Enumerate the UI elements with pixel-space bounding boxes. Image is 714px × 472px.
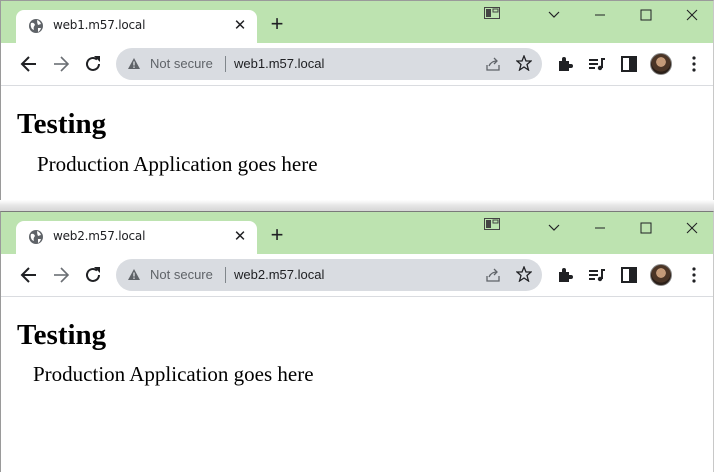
chevron-down-icon[interactable] [544, 7, 564, 23]
tab-search-icon[interactable] [484, 7, 500, 19]
browser-toolbar: Not secure web1.m57.local [1, 43, 713, 86]
url-text[interactable]: web1.m57.local [234, 56, 324, 71]
tab-strip: web1.m57.local ✕ + [1, 1, 713, 43]
forward-arrow-icon[interactable] [51, 54, 71, 74]
omnibox-divider [225, 56, 226, 72]
minimize-icon[interactable] [590, 220, 610, 236]
star-icon[interactable] [516, 55, 532, 71]
page-body-text: Production Application goes here [37, 152, 318, 176]
page-heading: Testing [17, 108, 107, 140]
minimize-icon[interactable] [590, 7, 610, 23]
warning-icon[interactable] [128, 58, 140, 69]
maximize-icon[interactable] [636, 7, 656, 23]
url-text[interactable]: web2.m57.local [234, 267, 324, 282]
window-gap [0, 200, 714, 211]
address-bar[interactable]: Not secure web2.m57.local [116, 259, 542, 291]
media-queue-icon[interactable] [587, 54, 607, 74]
close-icon[interactable]: ✕ [232, 229, 248, 245]
maximize-icon[interactable] [636, 220, 656, 236]
address-bar[interactable]: Not secure web1.m57.local [116, 48, 542, 80]
tab-title: web2.m57.local [53, 229, 146, 243]
security-label[interactable]: Not secure [150, 56, 213, 71]
share-icon[interactable] [485, 267, 501, 283]
tab-strip: web2.m57.local ✕ + [1, 212, 713, 254]
share-icon[interactable] [485, 56, 501, 72]
omnibox-divider [225, 267, 226, 283]
plus-icon[interactable]: + [265, 13, 289, 37]
active-tab[interactable]: web2.m57.local ✕ [16, 221, 257, 254]
warning-icon[interactable] [128, 269, 140, 280]
media-queue-icon[interactable] [587, 265, 607, 285]
kebab-menu-icon[interactable] [684, 265, 704, 285]
star-icon[interactable] [516, 266, 532, 282]
side-panel-icon[interactable] [619, 265, 639, 285]
profile-avatar[interactable] [650, 264, 672, 286]
plus-icon[interactable]: + [265, 224, 289, 248]
kebab-menu-icon[interactable] [684, 54, 704, 74]
back-arrow-icon[interactable] [19, 54, 39, 74]
page-heading: Testing [17, 319, 107, 351]
globe-icon [29, 230, 43, 244]
reload-icon[interactable] [83, 54, 103, 74]
window-close-icon[interactable] [682, 220, 702, 236]
window-close-icon[interactable] [682, 7, 702, 23]
back-arrow-icon[interactable] [19, 265, 39, 285]
extensions-puzzle-icon[interactable] [555, 54, 575, 74]
browser-toolbar: Not secure web2.m57.local [1, 254, 713, 297]
extensions-puzzle-icon[interactable] [555, 265, 575, 285]
chevron-down-icon[interactable] [544, 220, 564, 236]
reload-icon[interactable] [83, 265, 103, 285]
tab-search-icon[interactable] [484, 218, 500, 230]
forward-arrow-icon[interactable] [51, 265, 71, 285]
browser-window-1: web1.m57.local ✕ + Not secure web1.m57.l… [0, 0, 714, 200]
page-body-text: Production Application goes here [33, 362, 314, 386]
close-icon[interactable]: ✕ [232, 18, 248, 34]
profile-avatar[interactable] [650, 53, 672, 75]
browser-window-2: web2.m57.local ✕ + Not secure web2.m57.l… [0, 211, 714, 472]
tab-title: web1.m57.local [53, 18, 146, 32]
side-panel-icon[interactable] [619, 54, 639, 74]
security-label[interactable]: Not secure [150, 267, 213, 282]
globe-icon [29, 19, 43, 33]
active-tab[interactable]: web1.m57.local ✕ [16, 10, 257, 43]
